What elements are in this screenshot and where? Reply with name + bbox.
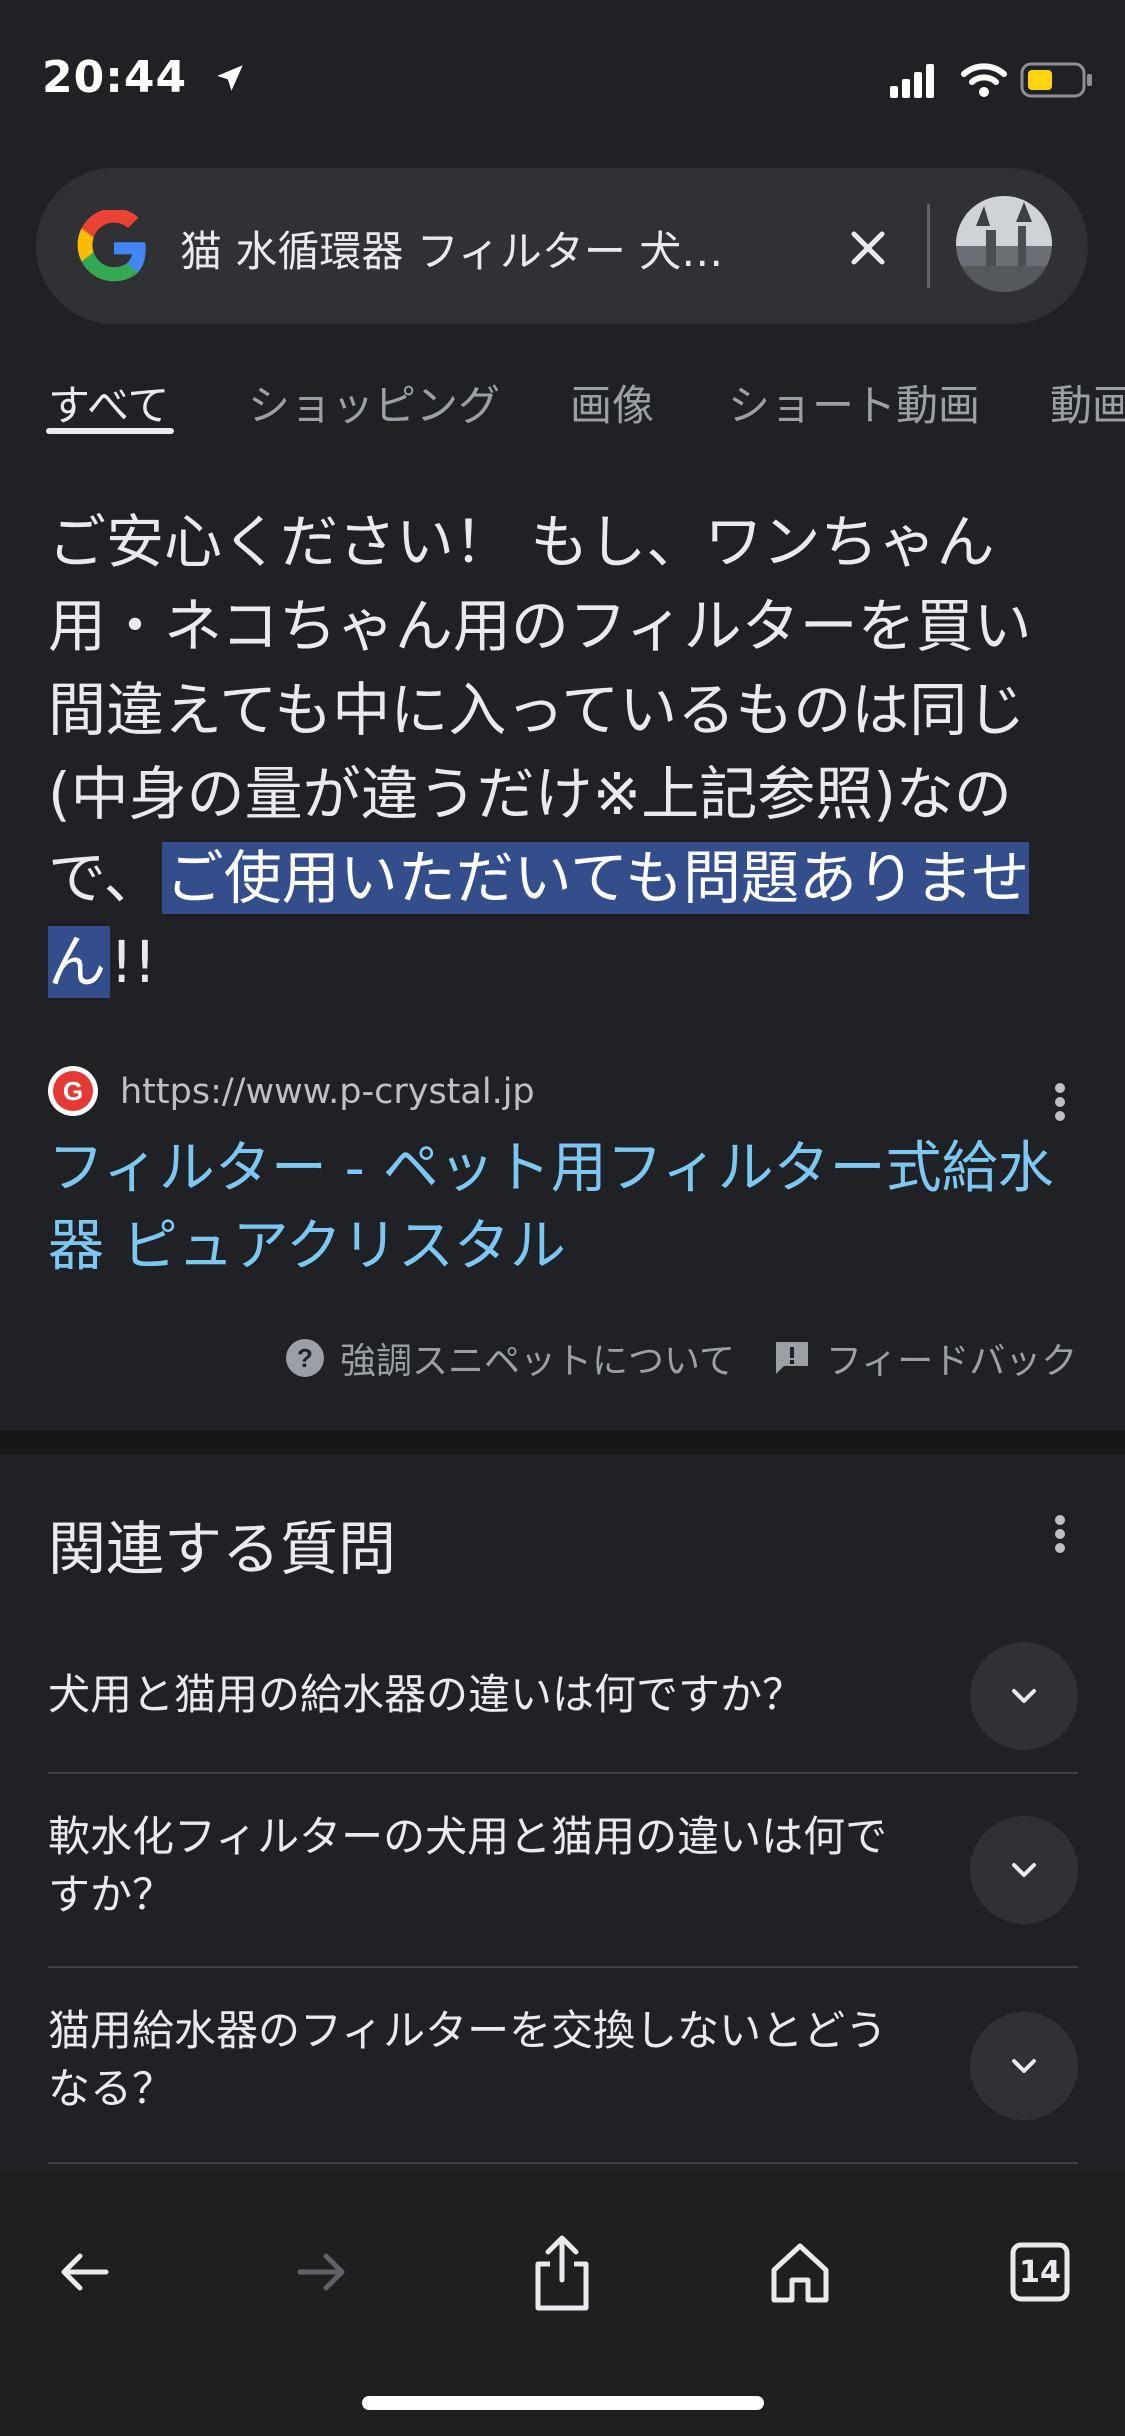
status-time: 20:44: [42, 52, 247, 106]
about-snippet-link[interactable]: ? 強調スニペットについて: [284, 1332, 735, 1384]
home-icon: [771, 2243, 829, 2303]
share-button[interactable]: [522, 2232, 602, 2312]
active-tab-indicator: [46, 428, 174, 434]
related-question[interactable]: 軟水化フィルターの犬用と猫用の違いは何ですか？: [48, 1774, 1078, 1968]
close-icon: [851, 231, 885, 265]
search-divider: [927, 204, 930, 288]
svg-text:?: ?: [297, 1343, 313, 1373]
clear-search-button[interactable]: [830, 210, 906, 286]
location-arrow-icon: [213, 55, 247, 106]
expand-button[interactable]: [970, 1642, 1078, 1750]
forward-button[interactable]: [282, 2232, 362, 2312]
expand-button[interactable]: [970, 2012, 1078, 2120]
home-indicator[interactable]: [362, 2396, 764, 2410]
site-favicon-icon: G: [48, 1066, 98, 1116]
related-question-text: 軟水化フィルターの犬用と猫用の違いは何ですか？: [48, 1812, 888, 1919]
related-questions-title: 関連する質問: [48, 1515, 397, 1583]
back-button[interactable]: [44, 2232, 124, 2312]
battery-icon: [1020, 62, 1094, 102]
search-query[interactable]: 猫 水循環器 フィルター 犬…: [180, 218, 770, 279]
feedback-link[interactable]: フィードバック: [772, 1332, 1077, 1384]
chevron-down-icon: [1012, 1863, 1036, 1877]
status-time-text: 20:44: [42, 52, 188, 103]
feedback-icon: [776, 1342, 808, 1374]
tab-shopping[interactable]: ショッピング: [248, 372, 500, 433]
google-logo-icon: [76, 208, 152, 286]
expand-button[interactable]: [970, 1816, 1078, 1924]
related-more-icon[interactable]: [1050, 1510, 1070, 1570]
arrow-right-icon: [297, 2253, 345, 2291]
tab-short-videos[interactable]: ショート動画: [728, 372, 980, 433]
avatar[interactable]: [956, 196, 1052, 292]
result-title-link[interactable]: フィルター - ペット用フィルター式給水器 ピュアクリスタル: [48, 1130, 1078, 1286]
arrow-left-icon: [61, 2253, 109, 2291]
related-question-text: 犬用と猫用の給水器の違いは何ですか？: [48, 1670, 805, 1719]
featured-snippet-text: ご安心ください！ もし、ワンちゃん用・ネコちゃん用のフィルターを買い間違えても中…: [48, 500, 1078, 1004]
wifi-icon: [960, 60, 1008, 102]
about-snippet-label: 強調スニペットについて: [340, 1341, 735, 1382]
svg-text:G: G: [63, 1076, 83, 1106]
chevron-down-icon: [1012, 1689, 1036, 1703]
feedback-label: フィードバック: [826, 1341, 1078, 1382]
tabs-button[interactable]: 14: [1000, 2232, 1080, 2312]
tab-videos[interactable]: 動画: [1050, 372, 1125, 433]
source-url[interactable]: https://www.p-crystal.jp: [120, 1072, 535, 1112]
tab-count: 14: [1019, 2254, 1061, 2290]
related-question-text: 猫用給水器のフィルターを交換しないとどうなる？: [48, 2006, 888, 2113]
cellular-signal-icon: [890, 62, 946, 102]
tab-images[interactable]: 画像: [570, 372, 654, 433]
tab-all[interactable]: すべて: [48, 372, 169, 433]
home-button[interactable]: [760, 2232, 840, 2312]
share-icon: [535, 2235, 589, 2311]
chevron-down-icon: [1012, 2059, 1036, 2073]
section-divider: [0, 1430, 1125, 1454]
related-question[interactable]: 犬用と猫用の給水器の違いは何ですか？: [48, 1620, 1078, 1774]
help-icon: ?: [286, 1339, 324, 1377]
related-question[interactable]: 猫用給水器のフィルターを交換しないとどうなる？: [48, 1968, 1078, 2164]
snippet-text-after: !!: [110, 928, 157, 996]
snippet-highlight: ご使用いただいても問題ありません: [48, 842, 1030, 998]
